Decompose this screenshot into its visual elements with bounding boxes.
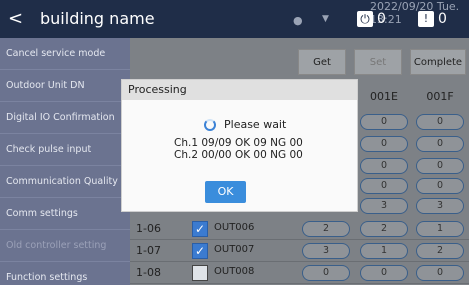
spinner-icon	[204, 119, 216, 131]
value-pill[interactable]: 2	[360, 221, 408, 237]
value-pill[interactable]: 0	[360, 158, 408, 174]
value-pill[interactable]: 3	[416, 198, 464, 214]
sidebar-item-outdoor-unit-dn[interactable]: Outdoor Unit DN	[0, 70, 130, 102]
table-row: 1-07 ✓ OUT007 3 1 2	[130, 240, 469, 262]
value-pill[interactable]: 3	[360, 198, 408, 214]
value-pill[interactable]: 0	[360, 136, 408, 152]
value-pill[interactable]: 0	[416, 265, 464, 281]
warning-icon[interactable]: !	[418, 11, 434, 27]
power-icon[interactable]: ⏻	[357, 11, 373, 27]
dropdown-icon[interactable]: ▼	[322, 14, 329, 24]
sidebar-item-digital-io[interactable]: Digital IO Confirmation	[0, 102, 130, 134]
top-bar: < building name 2022/09/20 Tue. 13:21 ● …	[0, 0, 469, 38]
value-pill[interactable]: 1	[360, 243, 408, 259]
back-icon[interactable]: <	[8, 8, 23, 29]
dialog-title: Processing	[122, 80, 357, 100]
sidebar-item-cancel-service-mode[interactable]: Cancel service mode	[0, 38, 130, 70]
row-id: 1-06	[136, 222, 161, 235]
value-pill[interactable]: 2	[416, 243, 464, 259]
table-row: 1-08 OUT008 0 0 0	[130, 262, 469, 284]
table-row: 1-06 ✓ OUT006 2 2 1	[130, 218, 469, 240]
column-header: 001E	[370, 90, 398, 103]
warning-count: 0	[438, 11, 447, 27]
sidebar-item-old-controller[interactable]: Old controller setting	[0, 230, 130, 262]
value-pill[interactable]: 3	[302, 243, 350, 259]
ok-button[interactable]: OK	[205, 181, 246, 203]
value-pill[interactable]: 0	[360, 178, 408, 194]
get-button[interactable]: Get	[298, 49, 346, 75]
sidebar-item-function-settings[interactable]: Function settings	[0, 262, 130, 285]
row-checkbox[interactable]	[192, 265, 208, 281]
row-id: 1-08	[136, 266, 161, 279]
complete-button[interactable]: Complete	[410, 49, 466, 75]
sidebar-item-check-pulse[interactable]: Check pulse input	[0, 134, 130, 166]
value-pill[interactable]: 0	[416, 158, 464, 174]
value-pill[interactable]: 0	[360, 265, 408, 281]
sidebar-item-comm-quality[interactable]: Communication Quality	[0, 166, 130, 198]
value-pill[interactable]: 0	[416, 178, 464, 194]
cloud-icon: ●	[293, 14, 303, 27]
set-button[interactable]: Set	[354, 49, 402, 75]
column-header: 001F	[426, 90, 454, 103]
value-pill[interactable]: 0	[302, 265, 350, 281]
value-pill[interactable]: 0	[360, 114, 408, 130]
output-name: OUT006	[214, 222, 255, 233]
output-name: OUT007	[214, 244, 255, 255]
value-pill[interactable]: 2	[302, 221, 350, 237]
row-checkbox[interactable]: ✓	[192, 221, 208, 237]
channel-2-status: Ch.2 00/00 OK 00 NG 00	[174, 149, 303, 161]
row-id: 1-07	[136, 244, 161, 257]
value-pill[interactable]: 1	[416, 221, 464, 237]
sidebar: Cancel service mode Outdoor Unit DN Digi…	[0, 38, 130, 285]
output-name: OUT008	[214, 266, 255, 277]
page-title: building name	[40, 9, 155, 28]
wait-text: Please wait	[224, 118, 287, 131]
processing-dialog: Processing Please wait Ch.1 09/09 OK 09 …	[121, 79, 358, 212]
sidebar-item-comm-settings[interactable]: Comm settings	[0, 198, 130, 230]
power-count: 0	[377, 11, 386, 27]
value-pill[interactable]: 0	[416, 114, 464, 130]
channel-1-status: Ch.1 09/09 OK 09 NG 00	[174, 137, 303, 149]
row-checkbox[interactable]: ✓	[192, 243, 208, 259]
value-pill[interactable]: 0	[416, 136, 464, 152]
